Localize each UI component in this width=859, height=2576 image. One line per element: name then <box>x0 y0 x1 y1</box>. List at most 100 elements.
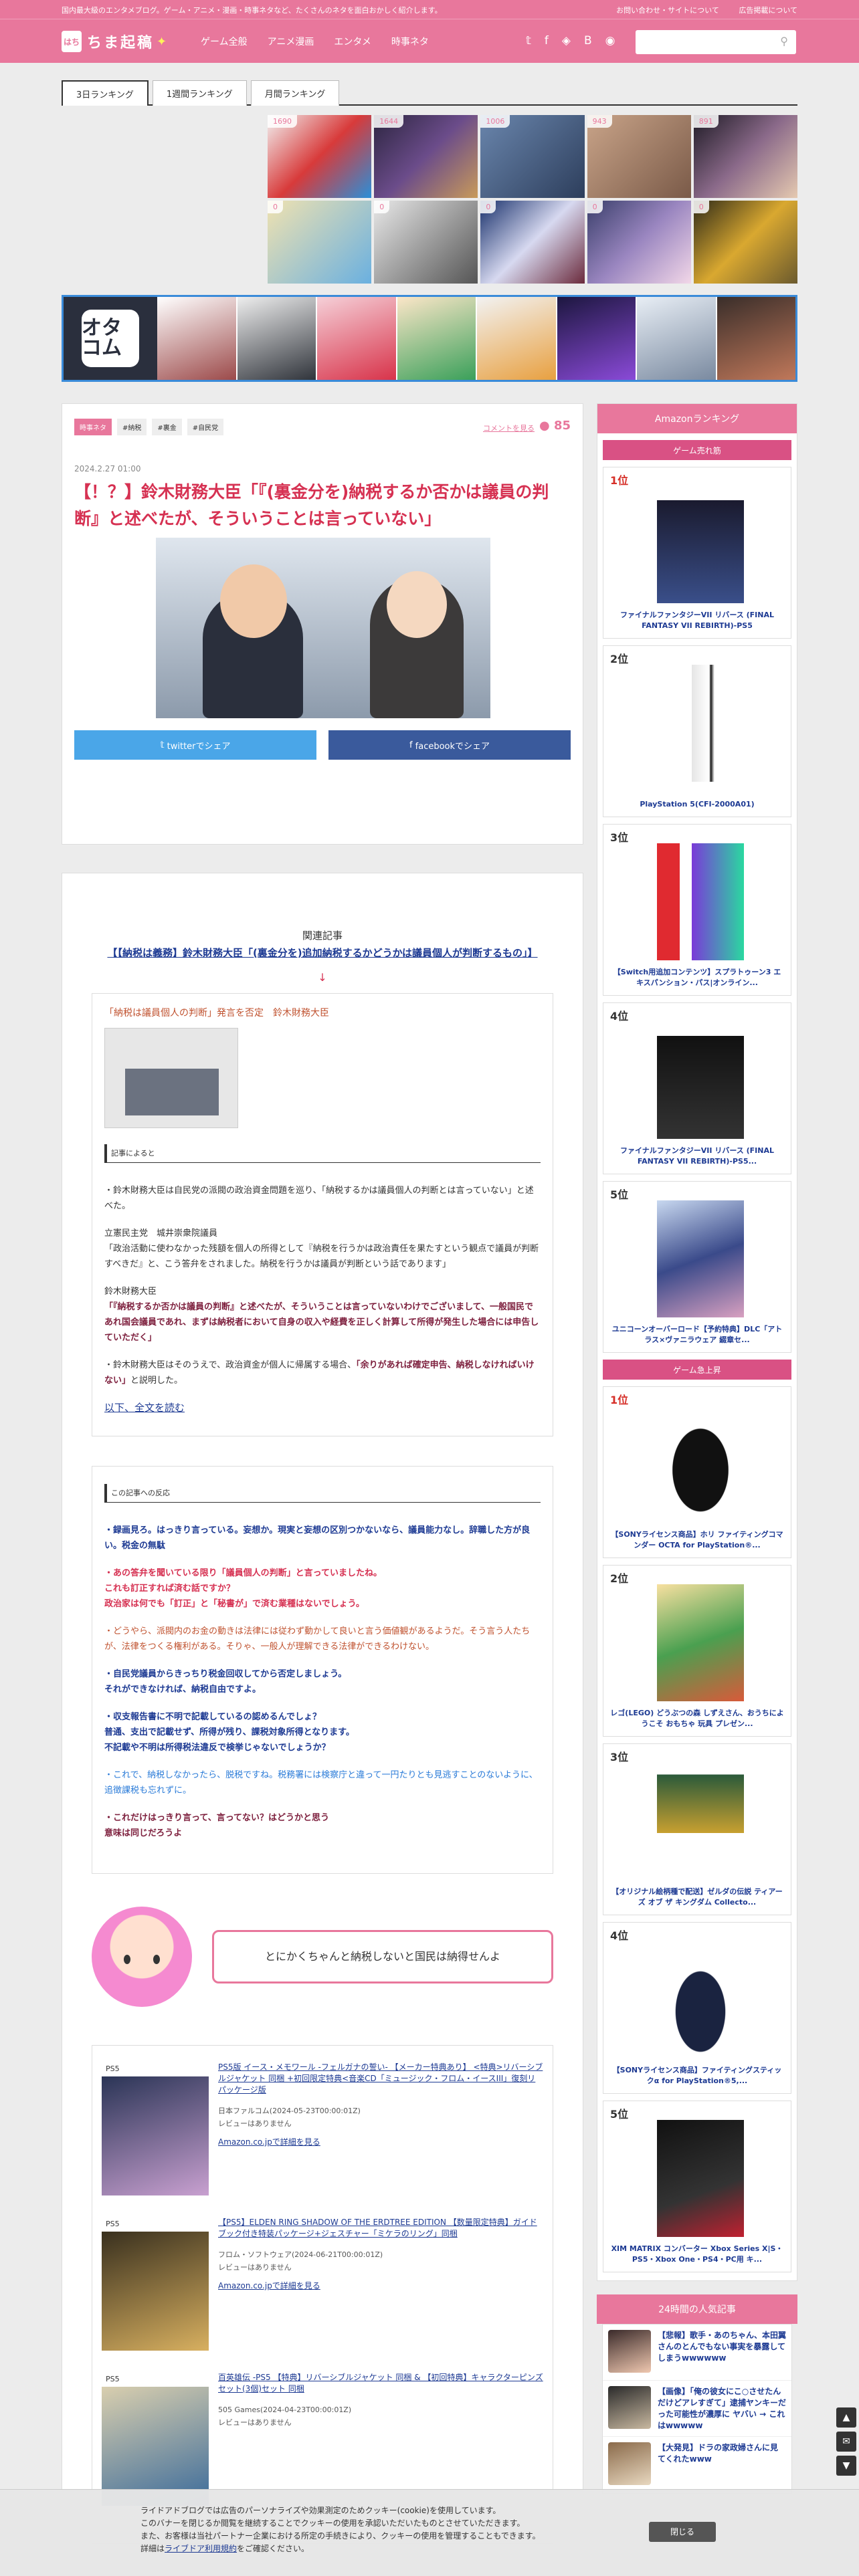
read-more-link[interactable]: 以下、全文を読む <box>104 1400 541 1416</box>
news-thumbnail <box>104 1028 238 1128</box>
ranking-thumb[interactable]: 1690 <box>268 115 372 198</box>
product-image <box>657 1406 744 1523</box>
product-name: 【Switch用追加コンテンツ】スプラトゥーン3 エキスパンション・パス|オンラ… <box>613 968 781 987</box>
ranking-item[interactable]: 1位 【SONYライセンス商品】ホリ ファイティングコマンダー OCTA for … <box>603 1386 791 1558</box>
popular-article-title: 【大発見】ドラの家政婦さんに見てくれたwww <box>658 2443 779 2464</box>
nav-game[interactable]: ゲーム全般 <box>201 35 248 48</box>
product-title[interactable]: PS5版 イース・メモワール -フェルガナの誓い- 【メーカー特典あり】 <特典… <box>218 2062 543 2096</box>
product-image[interactable]: PS5 <box>102 2217 209 2351</box>
ranking-item[interactable]: 2位 レゴ(LEGO) どうぶつの森 しずえさん、おうちにようこそ おもちゃ 玩具… <box>603 1565 791 1737</box>
product-reviews: レビューはありません <box>218 2119 292 2128</box>
ranking-thumb[interactable]: 0 <box>480 201 585 284</box>
search-icon[interactable]: ⚲ <box>780 35 788 47</box>
category-tag[interactable]: #納税 <box>117 419 147 435</box>
facebook-share-button[interactable]: f facebookでシェア <box>328 730 571 760</box>
product-title[interactable]: 百英雄伝 -PS5 【特典】リバーシブルジャケット 同梱 & 【初回特典】キャラ… <box>218 2372 543 2395</box>
reaction: ・自民党議員からきっちり税金回収してから否定しましょう。 それができなければ、納税… <box>104 1667 541 1697</box>
rank-number: 5位 <box>610 2108 629 2121</box>
otacom-banner[interactable]: オタコム <box>62 295 797 382</box>
article-header: 時事ネタ #納税 #裏金 #自民党 コメントを見る ● 85 2024.2.27… <box>62 403 583 845</box>
ranking-thumb[interactable]: 1644 <box>374 115 478 198</box>
popular-articles: 【悲報】歌手・あのちゃん、本田翼さんのとんでもない事実を暴露してしまうwwwww… <box>602 2324 792 2494</box>
cookie-close-button[interactable]: 閉じる <box>649 2522 716 2542</box>
cookie-line: このバナーを閉じるか閲覧を継続することでクッキーの使用を承認いただいたものとさせ… <box>140 2518 525 2528</box>
comment-jump-button[interactable]: ✉ <box>836 2432 856 2452</box>
popular-article[interactable]: 【大発見】ドラの家政婦さんに見てくれたwww <box>603 2437 791 2493</box>
ranking-item[interactable]: 4位 ファイナルファンタジーVII リバース (FINAL FANTASY VII… <box>603 1002 791 1174</box>
scroll-top-button[interactable]: ▲ <box>836 2407 856 2428</box>
popular-article-title: 【画像】「俺の彼女にこ○させたんだけどアレすぎて」逮捕ヤンキーだった可能性が濃厚… <box>658 2387 786 2430</box>
ranking-thumb[interactable]: 0 <box>693 201 797 284</box>
ads-link[interactable]: 広告掲載について <box>739 6 797 15</box>
product-name: ファイナルファンタジーVII リバース (FINAL FANTASY VII R… <box>620 611 774 630</box>
cookie-line: ライドアドブログでは広告のパーソナライズや効果測定のためクッキー(cookie)… <box>140 2506 501 2515</box>
nav-anime[interactable]: アニメ漫画 <box>268 35 314 48</box>
popular-article[interactable]: 【悲報】歌手・あのちゃん、本田翼さんのとんでもない事実を暴露してしまうwwwww… <box>603 2325 791 2381</box>
product-image[interactable]: PS5 <box>102 2372 209 2506</box>
category-tag[interactable]: #自民党 <box>187 419 224 435</box>
reaction: ・あの答弁を聞いている限り「議員個人の判断」と言っていましたね。 これも訂正すれば… <box>104 1566 541 1612</box>
site-logo[interactable]: はち ちま起稿 ✦ <box>62 30 169 53</box>
speaker-quote: 「『納税するか否かは議員の判断』と述べたが、そういうことは言っていないわけでござ… <box>104 1302 539 1343</box>
product-name: ファイナルファンタジーVII リバース (FINAL FANTASY VII R… <box>620 1146 774 1166</box>
facebook-icon[interactable]: f <box>545 34 549 47</box>
ranking-item[interactable]: 2位 PlayStation 5(CFI-2000A01) <box>603 645 791 817</box>
nav-news[interactable]: 時事ネタ <box>391 35 429 48</box>
chevron-up-icon: ▲ <box>842 2412 850 2423</box>
twitter-icon[interactable]: 𝕥 <box>526 34 531 47</box>
category-tag[interactable]: #裏金 <box>152 419 182 435</box>
character-comment: とにかくちゃんと納税しないと国民は納得せんよ <box>92 1903 553 2010</box>
ranking-thumb[interactable]: 943 <box>587 115 691 198</box>
comment-count[interactable]: ● 85 <box>539 419 571 433</box>
tab-3day[interactable]: 3日ランキング <box>62 80 149 106</box>
amazon-detail-link[interactable]: Amazon.co.jpで詳細を見る <box>218 2280 543 2291</box>
reaction: ・録画見ろ。はっきり言っている。妄想か。現実と妄想の区別つかないなら、議員能力な… <box>104 1525 531 1551</box>
reactions-box: この記事への反応 ・録画見ろ。はっきり言っている。妄想か。現実と妄想の区別つかな… <box>92 1466 553 1874</box>
cookie-line-text: 詳細は <box>140 2544 165 2553</box>
ranking-thumb[interactable]: 0 <box>374 201 478 284</box>
product-item: PS5 【PS5】ELDEN RING SHADOW OF THE ERDTRE… <box>102 2217 543 2351</box>
comment-link[interactable]: コメントを見る <box>483 423 535 433</box>
nav-entame[interactable]: エンタメ <box>334 35 371 48</box>
ranking-thumb[interactable]: 0 <box>268 201 372 284</box>
tab-1week[interactable]: 1週間ランキング <box>152 80 247 106</box>
ranking-thumb[interactable]: 891 <box>693 115 797 198</box>
contact-link[interactable]: お問い合わせ・サイトについて <box>616 6 719 15</box>
feedly-icon[interactable]: ◈ <box>562 34 571 47</box>
related-article-link[interactable]: 【【納税は義務】鈴木財務大臣「(裏金分を)追加納税するかどうかは議員個人が判断す… <box>92 945 553 962</box>
popular-article[interactable]: 【画像】「俺の彼女にこ○させたんだけどアレすぎて」逮捕ヤンキーだった可能性が濃厚… <box>603 2381 791 2437</box>
terms-link[interactable]: ライブドア利用規約 <box>165 2544 237 2553</box>
amazon-detail-link[interactable]: Amazon.co.jpで詳細を見る <box>218 2136 543 2147</box>
rising-heading: ゲーム急上昇 <box>603 1360 791 1380</box>
ranking-thumb[interactable]: 0 <box>587 201 691 284</box>
illustration-man-face <box>220 564 287 638</box>
category-tag[interactable]: 時事ネタ <box>74 419 112 435</box>
rank-number: 2位 <box>610 653 629 665</box>
search-input[interactable]: ⚲ <box>636 30 796 54</box>
ranking-item[interactable]: 4位 【SONYライセンス商品】ファイティングスティックα for PlaySta… <box>603 1922 791 2094</box>
twitter-share-button[interactable]: 𝕥 twitterでシェア <box>74 730 316 760</box>
rss-icon[interactable]: ◉ <box>605 34 615 47</box>
view-count: 943 <box>587 115 612 128</box>
product-title[interactable]: 【PS5】ELDEN RING SHADOW OF THE ERDTREE ED… <box>218 2217 543 2240</box>
ranking-item[interactable]: 3位 【オリジナル絵柄種で配送】ゼルダの伝説 ティアーズ オブ ザ キングダム C… <box>603 1743 791 1915</box>
tab-month[interactable]: 月間ランキング <box>250 80 340 106</box>
product-name: 【オリジナル絵柄種で配送】ゼルダの伝説 ティアーズ オブ ザ キングダム Col… <box>611 1887 783 1907</box>
banner-image <box>717 297 795 380</box>
product-image <box>657 1763 744 1880</box>
ranking-item[interactable]: 5位 XIM MATRIX コンバーター Xbox Series X|S・PS5・… <box>603 2101 791 2272</box>
comment-icon: ✉ <box>842 2436 850 2447</box>
reaction-line: これも訂正すれば済む話ですか？ <box>104 1584 235 1594</box>
scroll-bottom-button[interactable]: ▼ <box>836 2456 856 2476</box>
product-maker: フロム・ソフトウェア(2024-06-21T00:00:01Z) <box>218 2250 383 2259</box>
ranking-item[interactable]: 5位 ユニコーンオーバーロード【予約特典】DLC「アトラス×ヴァニラウェア 綴章セ… <box>603 1181 791 1353</box>
ranking-item[interactable]: 3位 【Switch用追加コンテンツ】スプラトゥーン3 エキスパンション・パス|オ… <box>603 824 791 996</box>
view-count: 0 <box>587 201 603 213</box>
rank-number: 5位 <box>610 1188 629 1201</box>
hatena-icon[interactable]: B <box>584 34 592 47</box>
product-maker: 505 Games(2024-04-23T00:00:01Z) <box>218 2405 352 2414</box>
product-image[interactable]: PS5 <box>102 2062 209 2195</box>
ranking-item[interactable]: 1位 ファイナルファンタジーVII リバース (FINAL FANTASY VII… <box>603 467 791 639</box>
bestsellers-heading: ゲーム売れ筋 <box>603 440 791 460</box>
ranking-thumb[interactable]: 1006 <box>480 115 585 198</box>
